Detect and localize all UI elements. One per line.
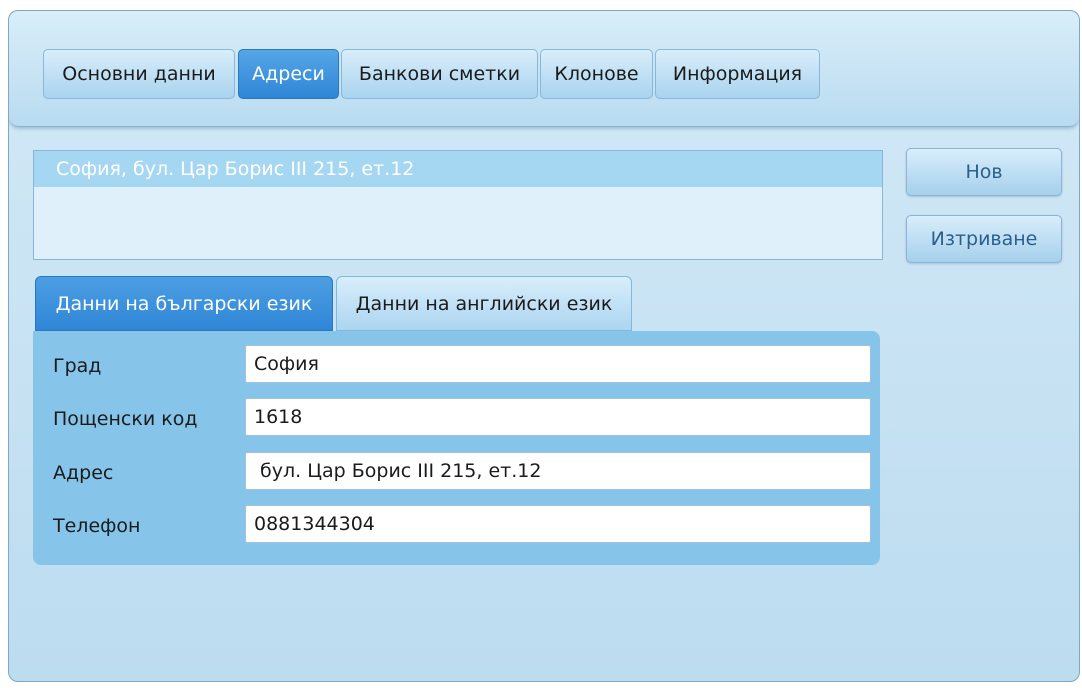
tab-english-data[interactable]: Данни на английски език xyxy=(336,276,632,331)
tab-basic-data[interactable]: Основни данни xyxy=(43,49,235,99)
tab-bank-accounts[interactable]: Банкови сметки xyxy=(341,49,538,99)
address-list-item-selected[interactable]: София, бул. Цар Борис III 215, ет.12 xyxy=(34,151,882,187)
postal-code-label: Пощенски код xyxy=(53,408,198,430)
tab-addresses[interactable]: Адреси xyxy=(238,49,339,99)
city-label: Град xyxy=(53,355,102,377)
tab-bulgarian-data[interactable]: Данни на български език xyxy=(35,276,333,331)
city-field[interactable] xyxy=(245,345,871,383)
address-list[interactable]: София, бул. Цар Борис III 215, ет.12 xyxy=(33,150,883,260)
tab-information[interactable]: Информация xyxy=(655,49,820,99)
phone-label: Телефон xyxy=(53,515,141,537)
address-label: Адрес xyxy=(53,462,114,484)
delete-button[interactable]: Изтриване xyxy=(906,215,1062,263)
phone-field[interactable] xyxy=(245,505,871,543)
address-form-panel: Град Пощенски код Адрес Телефон xyxy=(33,331,880,565)
new-button[interactable]: Нов xyxy=(906,148,1062,196)
address-field[interactable] xyxy=(245,452,871,490)
tab-branches[interactable]: Клонове xyxy=(540,49,653,99)
main-tab-strip: Основни данни Адреси Банкови сметки Клон… xyxy=(9,11,1079,127)
postal-code-field[interactable] xyxy=(245,398,871,436)
address-editor-window: Основни данни Адреси Банкови сметки Клон… xyxy=(8,10,1080,682)
